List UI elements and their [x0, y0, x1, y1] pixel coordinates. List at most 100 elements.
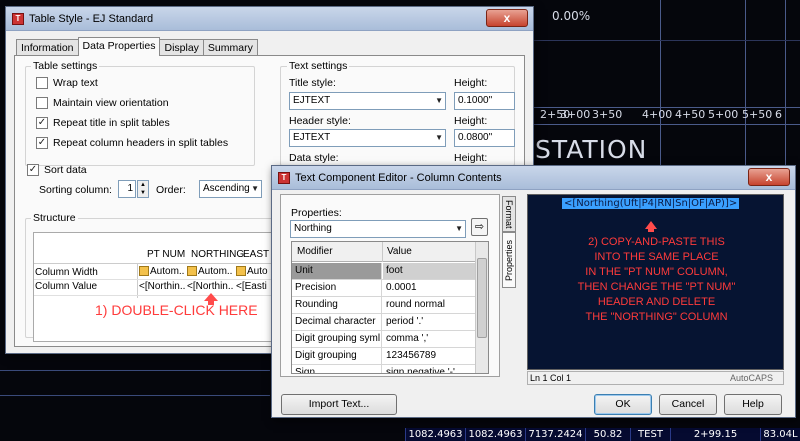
header-style-label: Header style:: [289, 115, 351, 127]
repeat-headers-checkbox[interactable]: ✓ Repeat column headers in split tables: [36, 137, 228, 149]
select-value: EJTEXT: [293, 95, 331, 106]
table-settings-label: Table settings: [31, 60, 100, 72]
column-header-northing[interactable]: NORTHING: [191, 249, 244, 260]
width-cell[interactable]: Auto: [236, 266, 274, 277]
grid-row-unit[interactable]: Unit foot: [292, 263, 475, 280]
repeat-title-checkbox[interactable]: ✓ Repeat title in split tables: [36, 117, 170, 129]
header-height-input[interactable]: 0.0800": [454, 129, 515, 147]
value-cell-northing[interactable]: <[Northin...: [187, 281, 233, 292]
row-value[interactable]: sign negative '-': [383, 365, 455, 373]
close-button[interactable]: x: [486, 9, 528, 27]
sort-data-checkbox[interactable]: ✓ Sort data: [27, 164, 87, 176]
row-key: Decimal character: [292, 314, 382, 330]
wrap-text-checkbox[interactable]: Wrap text: [36, 77, 98, 89]
column-header-pt-num[interactable]: PT NUM: [147, 249, 185, 260]
row-value[interactable]: foot: [383, 263, 475, 279]
row-value[interactable]: 123456789: [383, 348, 436, 364]
row-key: Digit grouping syml: [292, 331, 382, 347]
table-preview[interactable]: PT NUM NORTHING EAST Column Width Autom.…: [33, 232, 274, 342]
instruction-line: INTO THE SAME PLACE: [594, 251, 719, 263]
grid-row-sign[interactable]: Sign sign negative '-': [292, 365, 475, 373]
tick-label: 5+50: [742, 108, 773, 121]
arrow-up-icon-stem: [648, 228, 654, 232]
checkbox-box[interactable]: [36, 97, 48, 109]
width-cell[interactable]: Autom...: [187, 266, 233, 277]
order-select[interactable]: Ascending ▼: [199, 180, 262, 198]
insert-button[interactable]: ⇨: [471, 218, 488, 236]
grid-line: [533, 124, 800, 125]
row-value[interactable]: round normal: [383, 297, 445, 313]
maintain-view-checkbox[interactable]: Maintain view orientation: [36, 97, 169, 109]
row-value[interactable]: period '.': [383, 314, 423, 330]
tick-label: 4+00: [642, 108, 673, 121]
cancel-button[interactable]: Cancel: [659, 394, 717, 415]
row-value[interactable]: 0.0001: [383, 280, 417, 296]
autocaps-indicator: AutoCAPS: [729, 373, 773, 383]
value-cell-pt-num[interactable]: <[Northin...: [139, 281, 185, 292]
checkbox-box[interactable]: ✓: [36, 117, 48, 129]
annotation-double-click: 1) DOUBLE-CLICK HERE: [95, 302, 258, 318]
chevron-down-icon[interactable]: ▼: [455, 224, 463, 233]
grid-row-digit-grouping-symbol[interactable]: Digit grouping syml comma ',': [292, 331, 475, 348]
tab-information[interactable]: Information: [16, 39, 79, 56]
tick-label: 5+00: [708, 108, 739, 121]
checkbox-box[interactable]: [36, 77, 48, 89]
title-style-select[interactable]: EJTEXT ▼: [289, 92, 446, 110]
tab-display[interactable]: Display: [159, 39, 204, 56]
title-bar[interactable]: T Table Style - EJ Standard: [6, 7, 533, 31]
window-title: Table Style - EJ Standard: [29, 12, 154, 25]
grid-line: [0, 370, 270, 371]
tick-label: 4+50: [675, 108, 706, 121]
title-bar[interactable]: T Text Component Editor - Column Content…: [272, 166, 795, 190]
editor-content[interactable]: <[Northing(Uft|P4|RN|Sn|OF|AP)]>: [562, 198, 740, 209]
ok-button[interactable]: OK: [594, 394, 652, 415]
column-header-easting[interactable]: EAST: [243, 249, 274, 260]
grid-line: [745, 0, 746, 165]
tick-label: 3+50: [592, 108, 623, 121]
grid-line: [785, 0, 786, 165]
status-cell: 2+99.15: [670, 428, 760, 441]
tab-format[interactable]: Format: [502, 196, 516, 232]
grid-row-decimal-character[interactable]: Decimal character period '.': [292, 314, 475, 331]
checkbox-label: Sort data: [44, 164, 87, 176]
edit-icon[interactable]: [139, 266, 149, 277]
value-cell-easting[interactable]: <[Easti: [236, 281, 274, 292]
chevron-down-icon[interactable]: ▼: [435, 96, 443, 105]
import-text-button[interactable]: Import Text...: [281, 394, 397, 415]
row-value[interactable]: comma ',': [383, 331, 428, 347]
header-height-label: Height:: [454, 115, 488, 127]
tab-properties[interactable]: Properties: [502, 232, 516, 288]
properties-select[interactable]: Northing ▼: [290, 220, 466, 238]
sorting-column-input[interactable]: 1: [118, 180, 136, 198]
text-editor[interactable]: <[Northing(Uft|P4|RN|Sn|OF|AP)]> 2) COPY…: [527, 194, 784, 370]
help-button[interactable]: Help: [724, 394, 782, 415]
tab-label: Properties: [504, 239, 514, 281]
close-button[interactable]: x: [748, 168, 790, 186]
width-cell[interactable]: Autom...: [139, 266, 185, 277]
instruction-line: HEADER AND DELETE: [597, 296, 716, 308]
chevron-down-icon[interactable]: ▼: [435, 133, 443, 142]
checkbox-box[interactable]: ✓: [27, 164, 39, 176]
header-style-select[interactable]: EJTEXT ▼: [289, 129, 446, 147]
tick-label: 3+00: [560, 108, 591, 121]
cell-text: Auto: [247, 266, 268, 277]
sorting-column-spinner[interactable]: ▲ ▼: [137, 180, 149, 198]
scroll-thumb[interactable]: [477, 258, 487, 338]
grid-row-digit-grouping[interactable]: Digit grouping 123456789: [292, 348, 475, 365]
chevron-down-icon[interactable]: ▼: [251, 184, 259, 193]
tab-data-properties[interactable]: Data Properties: [77, 37, 161, 56]
edit-icon[interactable]: [187, 266, 197, 277]
properties-grid[interactable]: Modifier Value Unit foot Precision 0.0001 …: [291, 241, 489, 374]
tab-summary[interactable]: Summary: [202, 39, 258, 56]
edit-icon[interactable]: [236, 266, 246, 277]
properties-label: Properties:: [291, 207, 342, 219]
app-icon: T: [278, 171, 290, 184]
grid-row-rounding[interactable]: Rounding round normal: [292, 297, 475, 314]
structure-label: Structure: [31, 212, 78, 224]
title-height-label: Height:: [454, 77, 488, 89]
title-height-input[interactable]: 0.1000": [454, 92, 515, 110]
grid-row-precision[interactable]: Precision 0.0001: [292, 280, 475, 297]
checkbox-box[interactable]: ✓: [36, 137, 48, 149]
editor-status-bar: Ln 1 Col 1 AutoCAPS: [527, 371, 784, 385]
grid-scrollbar[interactable]: [475, 242, 488, 373]
